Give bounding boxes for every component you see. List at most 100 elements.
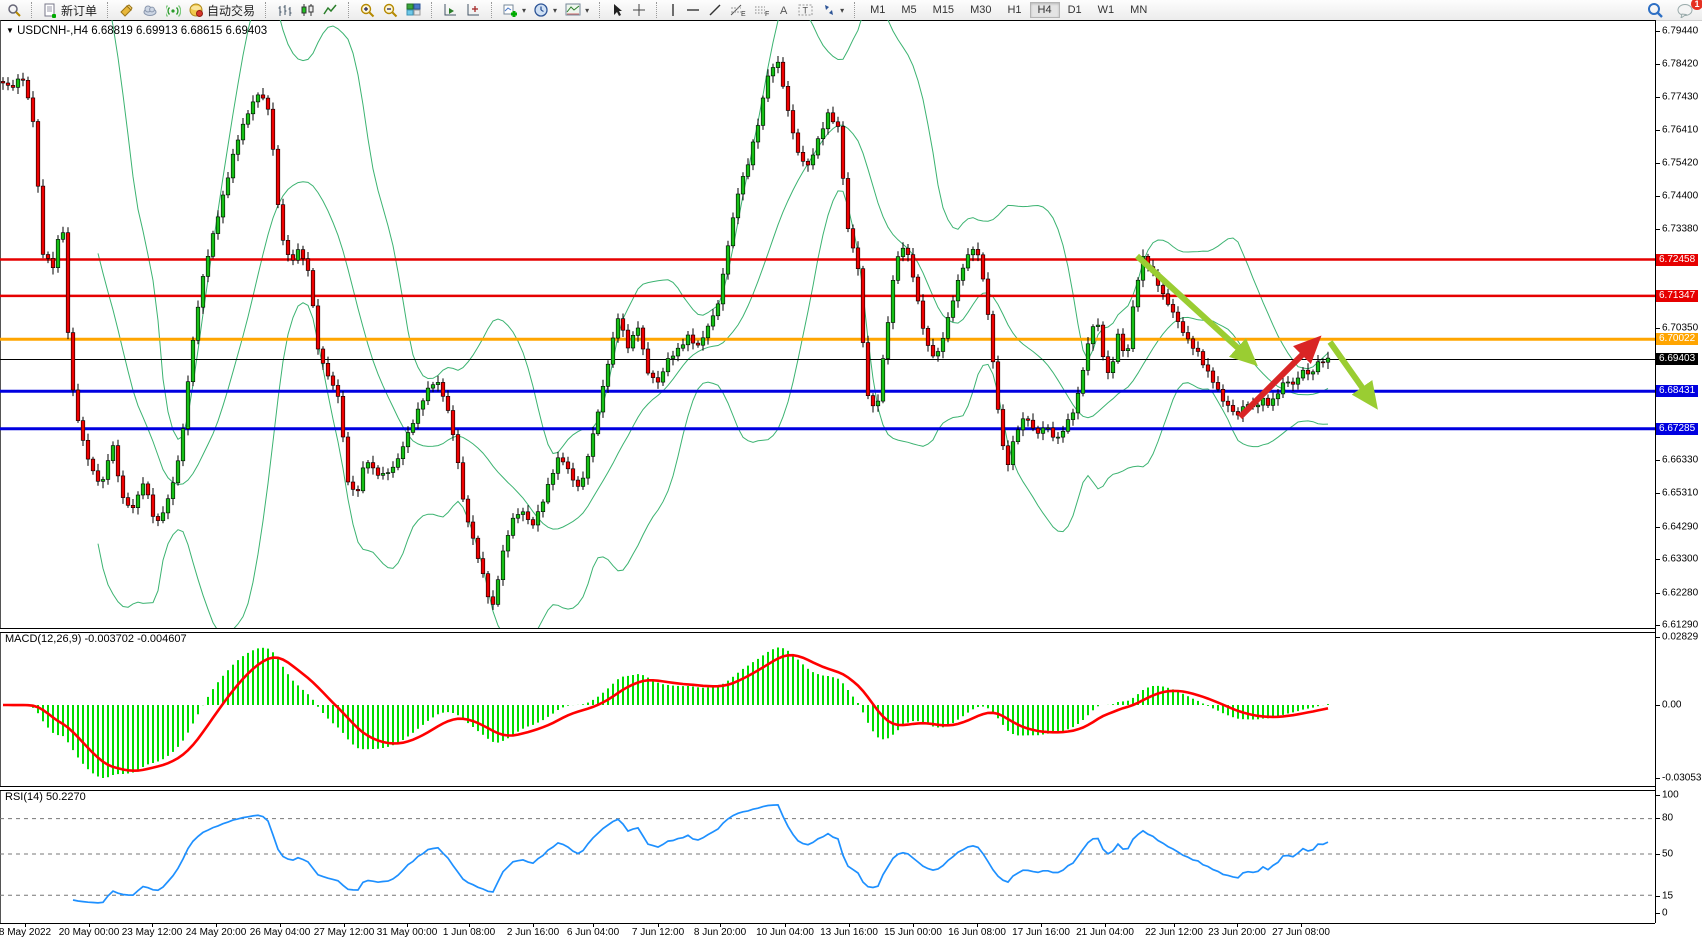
candle-body	[751, 142, 755, 165]
candle-body	[51, 258, 55, 267]
candle-body	[461, 463, 465, 499]
candle-body	[651, 373, 655, 378]
templates-button[interactable]: ▾	[561, 1, 593, 19]
autotrade-button[interactable]: 自动交易	[185, 0, 259, 21]
time-label: 23 Jun 20:00	[1208, 927, 1266, 938]
time-label: 2 Jun 16:00	[507, 927, 559, 938]
candle-body	[261, 95, 265, 98]
notifications-icon[interactable]: 1	[1673, 1, 1698, 20]
indicators-button[interactable]: ▾	[499, 1, 530, 19]
trendline-icon[interactable]	[704, 1, 726, 19]
time-label: 27 May 12:00	[314, 927, 375, 938]
candle-body	[591, 434, 595, 457]
timeframe-M15[interactable]: M15	[925, 2, 962, 18]
candle-body	[1021, 419, 1025, 430]
candle-body	[961, 268, 965, 280]
main-price-panel[interactable]	[0, 20, 1655, 633]
candle-body	[846, 178, 850, 228]
tile-windows-icon[interactable]	[402, 1, 425, 19]
candle-body	[721, 274, 725, 304]
text-icon[interactable]: A	[774, 1, 794, 19]
candle-body	[1196, 348, 1200, 351]
candle-body	[196, 307, 200, 340]
mt4-window: 新订单 自动交易	[0, 0, 1702, 940]
rsi-axis-label: 100	[1662, 790, 1679, 801]
time-axis[interactable]: 8 May 202220 May 00:0023 May 12:0024 May…	[0, 924, 1655, 940]
new-order-button[interactable]: 新订单	[39, 0, 101, 21]
candle-body	[711, 316, 715, 326]
candle-body	[1186, 333, 1190, 339]
price-tick	[1656, 593, 1660, 594]
toolbar-separator	[265, 2, 267, 18]
styler-icon[interactable]	[115, 1, 138, 19]
candle-body	[1171, 304, 1175, 312]
candle-body	[646, 349, 650, 373]
candlestick-chart-icon[interactable]	[296, 1, 319, 19]
zoom-in-icon[interactable]	[356, 1, 379, 20]
signal-icon[interactable]	[162, 1, 185, 19]
candle-body	[886, 323, 890, 359]
search-icon[interactable]	[1643, 0, 1667, 20]
text-label-icon[interactable]: T	[794, 1, 818, 19]
timeframe-W1[interactable]: W1	[1090, 2, 1123, 18]
timeframe-D1[interactable]: D1	[1060, 2, 1090, 18]
candle-body	[1136, 280, 1140, 307]
price-tick	[1656, 493, 1660, 494]
periods-button[interactable]: ▾	[530, 1, 561, 20]
timeframe-M30[interactable]: M30	[962, 2, 999, 18]
candle-body	[1066, 420, 1070, 432]
chart-shift-icon[interactable]	[462, 1, 485, 19]
magnifier-icon[interactable]	[3, 1, 25, 19]
candle-body	[836, 122, 840, 127]
arrows-button[interactable]: ▾	[818, 1, 848, 19]
price-axis[interactable]: 6.794406.784206.774306.764106.754206.744…	[1656, 20, 1702, 923]
candle-body	[631, 335, 635, 348]
candle-body	[116, 446, 120, 476]
candle-body	[941, 338, 945, 351]
crosshair-icon[interactable]	[628, 1, 650, 19]
candle-body	[1176, 312, 1180, 322]
candle-body	[1071, 413, 1075, 420]
rsi-axis-label: 80	[1662, 813, 1673, 824]
rsi-panel[interactable]	[0, 789, 1655, 928]
price-tick	[1656, 460, 1660, 461]
macd-panel[interactable]	[0, 630, 1655, 791]
panel-separator[interactable]	[0, 786, 1655, 791]
collapse-triangle-icon[interactable]: ▼	[6, 26, 14, 35]
timeframe-M1[interactable]: M1	[862, 2, 893, 18]
time-label: 23 May 12:00	[122, 927, 183, 938]
chart-symbol: USDCNH-,H4	[17, 25, 88, 37]
candle-body	[326, 363, 330, 376]
candle-body	[946, 317, 950, 338]
candle-body	[1086, 344, 1090, 371]
panel-separator[interactable]	[0, 628, 1655, 633]
price-level-badge-6.72458: 6.72458	[1656, 254, 1698, 266]
trend-arrow-2[interactable]	[1240, 344, 1313, 417]
candle-body	[581, 478, 585, 486]
timeframe-H1[interactable]: H1	[999, 2, 1029, 18]
bar-chart-icon[interactable]	[273, 1, 296, 19]
line-chart-icon[interactable]	[319, 1, 342, 19]
cursor-icon[interactable]	[607, 1, 628, 19]
fibo-f-icon[interactable]: F	[750, 1, 774, 19]
candle-body	[431, 385, 435, 388]
cloud-icon[interactable]	[138, 1, 162, 19]
timeframe-MN[interactable]: MN	[1122, 2, 1155, 18]
candle-body	[96, 471, 100, 482]
fibo-e-icon[interactable]: E	[726, 1, 750, 19]
candle-body	[176, 461, 180, 483]
auto-scroll-icon[interactable]	[439, 1, 462, 19]
rsi-tick	[1656, 795, 1660, 796]
timeframe-H4[interactable]: H4	[1030, 2, 1060, 18]
candle-body	[586, 456, 590, 478]
horizontal-line-icon[interactable]	[682, 1, 704, 19]
zoom-out-icon[interactable]	[379, 1, 402, 20]
candle-body	[1166, 294, 1170, 305]
timeframe-M5[interactable]: M5	[893, 2, 924, 18]
candle-body	[896, 257, 900, 281]
vertical-line-icon[interactable]	[664, 1, 682, 19]
candle-body	[1056, 437, 1060, 438]
candle-body	[441, 382, 445, 396]
candle-body	[916, 277, 920, 301]
candle-body	[1, 81, 5, 83]
